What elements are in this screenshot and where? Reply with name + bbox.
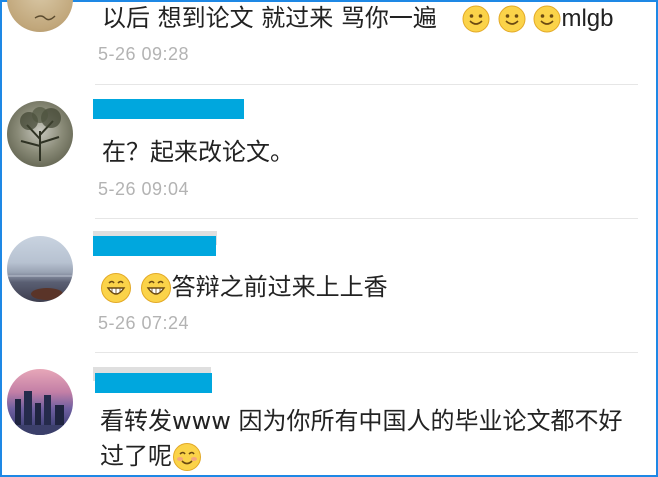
- avatar[interactable]: [7, 236, 73, 302]
- avatar[interactable]: [7, 0, 73, 32]
- sea-rock-icon: [7, 275, 73, 300]
- comment-text-suffix: mlgb: [561, 5, 614, 32]
- comment-text: 以后 想到论文 就过来 骂你一遍 mlgb: [102, 3, 613, 34]
- redacted-username: [93, 99, 244, 119]
- grin-emoji-icon: [140, 273, 171, 303]
- comment-item: 答辩之前过来上上香 5-26 07:24: [0, 219, 658, 349]
- comment-text-main: 答辩之前过来上上香: [171, 273, 388, 301]
- comment-text: 在？起来改论文。: [102, 138, 294, 166]
- smile-emoji-icon: [533, 5, 561, 33]
- redacted-username: [93, 236, 216, 256]
- comment-text: 答辩之前过来上上香: [100, 272, 388, 304]
- smile-emoji-icon: [498, 5, 526, 33]
- avatar[interactable]: [7, 101, 73, 167]
- redacted-username: [95, 373, 212, 393]
- city-skyline-icon: [7, 391, 73, 435]
- timestamp: 5-26 07:24: [98, 313, 190, 333]
- grin-emoji-icon: [101, 273, 131, 303]
- comment-text-main: 过了呢: [100, 442, 172, 470]
- blush-emoji-icon: [173, 443, 201, 471]
- comment-text-line-2: 过了呢: [100, 441, 202, 472]
- timestamp: 5-26 09:28: [98, 44, 190, 64]
- comment-item: 看转发www 因为你所有中国人的毕业论文都不好 过了呢: [0, 353, 658, 477]
- comment-item: 在？起来改论文。 5-26 09:04: [0, 85, 658, 215]
- avatar[interactable]: [7, 369, 73, 435]
- tree-icon: [20, 107, 61, 161]
- comment-text-main: 以后 想到论文 就过来 骂你一遍: [102, 4, 437, 32]
- comment-text-line-1: 看转发www 因为你所有中国人的毕业论文都不好: [100, 407, 623, 435]
- timestamp: 5-26 09:04: [98, 179, 190, 199]
- smile-emoji-icon: [462, 5, 490, 33]
- comment-item: 以后 想到论文 就过来 骂你一遍 mlgb 5-26 09:28: [0, 0, 658, 85]
- signature-icon: [34, 15, 56, 21]
